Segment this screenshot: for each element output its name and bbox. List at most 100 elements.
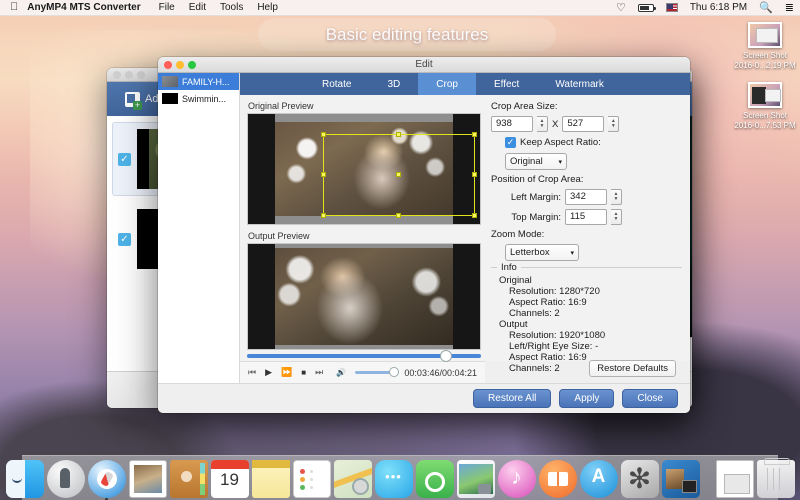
- keep-aspect-ratio-row[interactable]: ✓ Keep Aspect Ratio:: [505, 137, 682, 148]
- minimize-button[interactable]: [125, 70, 133, 79]
- menu-item-help[interactable]: Help: [250, 0, 285, 16]
- top-margin-label: Top Margin:: [511, 211, 561, 223]
- volume-icon[interactable]: 🔊: [336, 368, 346, 377]
- crop-width-input[interactable]: 938: [491, 116, 533, 132]
- file-checkbox[interactable]: ✓: [118, 152, 131, 166]
- info-original-resolution: Resolution: 1280*720: [509, 286, 600, 297]
- left-margin-stepper[interactable]: ▲ ▼: [611, 189, 622, 205]
- desktop-icon-label: Screen Shot: [742, 111, 788, 120]
- dock-item-notes[interactable]: [251, 460, 290, 498]
- dock-item-trash[interactable]: [756, 458, 795, 498]
- dock-item-ibooks[interactable]: [538, 460, 577, 498]
- dock-item-mail[interactable]: [128, 460, 167, 498]
- info-fieldset: Info Original Resolution: 1280*720 Aspec…: [491, 262, 682, 374]
- desktop-icon-label: Screen Shot: [742, 51, 788, 60]
- notification-center-icon[interactable]: ≣: [779, 0, 800, 16]
- dock-item-messages[interactable]: [374, 460, 413, 498]
- skip-next-icon[interactable]: ⏭: [315, 367, 323, 378]
- dock-item-facetime[interactable]: [415, 460, 454, 498]
- search-icon[interactable]: 🔍: [753, 0, 779, 16]
- zoom-button[interactable]: [137, 70, 145, 79]
- original-preview-canvas[interactable]: [247, 113, 481, 225]
- desktop-icon-screenshot-1[interactable]: Screen Shot 2016-0...2.19 PM: [730, 22, 800, 71]
- top-margin-stepper[interactable]: ▲ ▼: [611, 209, 622, 225]
- crop-selection-rect[interactable]: [321, 132, 477, 218]
- desktop-icon-sublabel: 2016-0...2.19 PM: [734, 61, 796, 70]
- chevron-down-icon: ▾: [558, 158, 562, 166]
- dock-item-maps[interactable]: [333, 460, 372, 498]
- output-seek-slider[interactable]: [247, 350, 481, 362]
- play-icon[interactable]: ▶: [265, 367, 272, 378]
- left-margin-row: Left Margin: 342 ▲ ▼: [505, 189, 682, 205]
- dock-item-launchpad[interactable]: [46, 460, 85, 498]
- crop-handle-se[interactable]: [472, 213, 477, 218]
- menu-item-file[interactable]: File: [152, 0, 182, 16]
- zoom-mode-select[interactable]: Letterbox ▾: [505, 244, 579, 261]
- crop-handle-e[interactable]: [472, 172, 477, 177]
- edit-dialog-titlebar[interactable]: Edit: [158, 57, 690, 73]
- top-margin-row: Top Margin: 115 ▲ ▼: [505, 209, 682, 225]
- dock-item-itunes[interactable]: [497, 460, 536, 498]
- tab-effect[interactable]: Effect: [476, 73, 537, 95]
- screenshot-thumbnail-icon: [748, 82, 782, 108]
- apple-logo-icon[interactable]: : [0, 2, 27, 13]
- battery-icon[interactable]: [632, 3, 660, 12]
- restore-all-button[interactable]: Restore All: [473, 389, 552, 408]
- menu-item-edit[interactable]: Edit: [182, 0, 213, 16]
- dock-item-safari[interactable]: [87, 460, 126, 500]
- dock-item-app-store[interactable]: [579, 460, 618, 498]
- menu-bar-clock[interactable]: Thu 6:18 PM: [684, 0, 753, 16]
- tab-3d[interactable]: 3D: [369, 73, 418, 95]
- tab-rotate[interactable]: Rotate: [304, 73, 369, 95]
- dock-item-contacts[interactable]: [169, 460, 208, 498]
- dock-item-reminders[interactable]: [292, 460, 331, 498]
- edit-dialog: Edit FAMILY-H... Swimmin... Rotate 3D Cr…: [158, 57, 690, 413]
- left-margin-input[interactable]: 342: [565, 189, 607, 205]
- zoom-mode-value: Letterbox: [510, 247, 550, 258]
- crop-handle-ne[interactable]: [472, 132, 477, 137]
- edit-volume-slider[interactable]: [355, 367, 400, 377]
- skip-previous-icon[interactable]: ⏮: [248, 367, 256, 378]
- edit-sidebar-file-list: FAMILY-H... Swimmin...: [158, 73, 240, 383]
- edit-volume-knob[interactable]: [389, 367, 400, 377]
- menu-app-name[interactable]: AnyMP4 MTS Converter: [27, 0, 151, 16]
- dock-item-photos[interactable]: [456, 460, 495, 498]
- us-flag-icon[interactable]: [660, 3, 684, 12]
- crop-handle-w[interactable]: [321, 172, 326, 177]
- tab-watermark[interactable]: Watermark: [537, 73, 622, 95]
- close-button[interactable]: Close: [622, 389, 678, 408]
- crop-handle-n[interactable]: [396, 132, 401, 137]
- dock-item-documents[interactable]: [715, 460, 754, 498]
- sidebar-item-family-h[interactable]: FAMILY-H...: [158, 73, 239, 90]
- crop-handle-center[interactable]: [396, 172, 401, 177]
- heart-icon[interactable]: ♡: [610, 0, 632, 16]
- crop-handle-nw[interactable]: [321, 132, 326, 137]
- menu-item-tools[interactable]: Tools: [213, 0, 250, 16]
- seek-knob[interactable]: [440, 350, 452, 362]
- dock-item-calendar[interactable]: [210, 460, 249, 498]
- file-checkbox[interactable]: ✓: [118, 232, 131, 246]
- crop-handle-sw[interactable]: [321, 213, 326, 218]
- stop-icon[interactable]: ■: [301, 368, 306, 377]
- keep-aspect-ratio-label: Keep Aspect Ratio:: [520, 137, 601, 148]
- dock-item-finder[interactable]: [5, 460, 44, 498]
- apply-button[interactable]: Apply: [559, 389, 615, 408]
- top-margin-input[interactable]: 115: [565, 209, 607, 225]
- keep-aspect-ratio-checkbox[interactable]: ✓: [505, 137, 516, 148]
- fast-forward-icon[interactable]: ⏩: [281, 367, 292, 378]
- sidebar-item-swimming[interactable]: Swimmin...: [158, 90, 239, 107]
- dock-item-system-preferences[interactable]: [620, 460, 659, 498]
- crop-handle-s[interactable]: [396, 213, 401, 218]
- crop-height-input[interactable]: 527: [562, 116, 605, 132]
- aspect-ratio-select[interactable]: Original ▾: [505, 153, 567, 170]
- info-original-channels: Channels: 2: [509, 308, 560, 319]
- info-original-heading: Original: [499, 275, 532, 286]
- crop-height-stepper[interactable]: ▲ ▼: [608, 116, 620, 132]
- dock-item-anymp4-converter[interactable]: [661, 460, 700, 498]
- crop-width-stepper[interactable]: ▲ ▼: [537, 116, 548, 132]
- info-original-aspect-ratio: Aspect Ratio: 16:9: [509, 297, 587, 308]
- restore-defaults-button[interactable]: Restore Defaults: [589, 360, 676, 377]
- tab-crop[interactable]: Crop: [418, 73, 476, 95]
- close-button[interactable]: [113, 70, 121, 79]
- desktop-icon-screenshot-2[interactable]: Screen Shot 2016-0...7.53 PM: [730, 82, 800, 131]
